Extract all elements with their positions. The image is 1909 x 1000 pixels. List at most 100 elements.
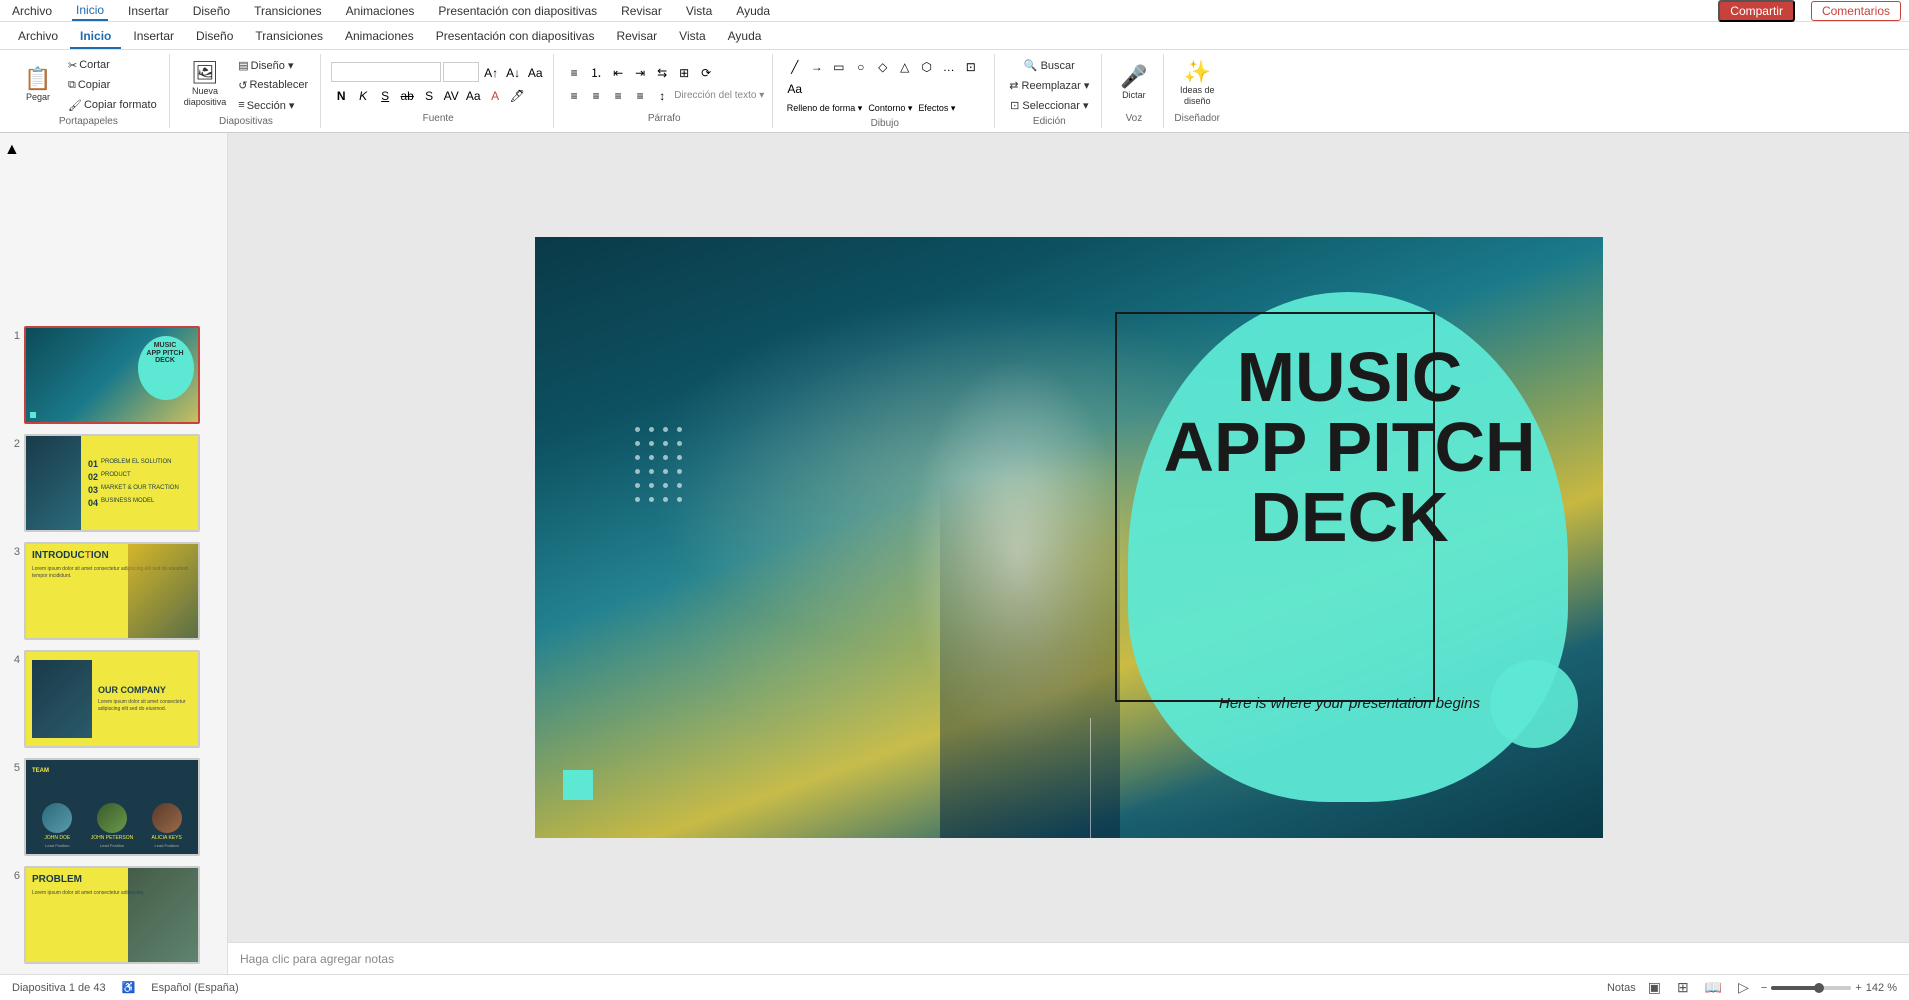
quick-styles-button[interactable]: Aa <box>785 78 805 98</box>
indent-less-button[interactable]: ⇤ <box>608 62 628 82</box>
slide-5-thumbnail[interactable]: TEAM JOHN DOE Lead Position JOHN PETERSO… <box>24 758 200 856</box>
slide-6-thumbnail[interactable]: PROBLEM Lorem ipsum dolor sit amet conse… <box>24 866 200 964</box>
copy-button[interactable]: ⧉ Copiar <box>64 76 161 94</box>
spacing-button[interactable]: AV <box>441 85 461 105</box>
main-slide-canvas[interactable]: MUSIC APP PITCH DECK Here is where your … <box>535 237 1603 838</box>
tab-animaciones[interactable]: Animaciones <box>335 25 424 49</box>
normal-view-button[interactable]: ▣ <box>1644 977 1665 998</box>
align-right-button[interactable]: ≡ <box>608 85 628 105</box>
font-family-input[interactable] <box>331 62 441 82</box>
indent-more-button[interactable]: ⇥ <box>630 62 650 82</box>
scroll-up-arrow[interactable]: ▲ <box>4 141 12 318</box>
tab-transiciones[interactable]: Transiciones <box>245 25 333 49</box>
tab-revisar[interactable]: Revisar <box>606 25 667 49</box>
tab-inicio[interactable]: Inicio <box>70 25 121 49</box>
effects-button[interactable]: Efectos ▾ <box>916 101 957 116</box>
tab-insertar[interactable]: Insertar <box>123 25 184 49</box>
fill-button[interactable]: Relleno de forma ▾ <box>785 101 865 116</box>
text-dir-button[interactable]: ⇆ <box>652 62 672 82</box>
notes-view-button[interactable]: Notas <box>1607 982 1636 994</box>
tab-presentacion[interactable]: Presentación con diapositivas <box>426 25 605 49</box>
share-button[interactable]: Compartir <box>1718 0 1795 22</box>
increase-font-button[interactable]: A↑ <box>481 62 501 82</box>
highlight-button[interactable]: 🖊 <box>507 85 527 105</box>
tab-archivo[interactable]: Archivo <box>8 25 68 49</box>
zoom-level[interactable]: 142 % <box>1866 982 1897 994</box>
slide-thumb-5[interactable]: 5 TEAM JOHN DOE Lead Position JOHN PETER… <box>4 756 223 858</box>
case-button[interactable]: Aa <box>463 85 483 105</box>
slide-thumb-1[interactable]: 1 MUSICAPP PITCHDECK <box>4 324 223 426</box>
zoom-in-button[interactable]: + <box>1855 982 1861 994</box>
menu-ayuda[interactable]: Ayuda <box>732 2 774 20</box>
shape3-button[interactable]: ⬡ <box>917 56 937 76</box>
smartart-button[interactable]: ⟳ <box>696 62 716 82</box>
clear-format-button[interactable]: Aa <box>525 62 545 82</box>
shadow-button[interactable]: S <box>419 85 439 105</box>
select-button[interactable]: ⊡ Seleccionar ▾ <box>1006 96 1092 114</box>
slide-thumb-3[interactable]: 3 INTRODUCTION Lorem ipsum dolor sit ame… <box>4 540 223 642</box>
align-left-button[interactable]: ≡ <box>564 85 584 105</box>
outline-button[interactable]: Contorno ▾ <box>866 101 914 116</box>
slide-sorter-button[interactable]: ⊞ <box>1673 977 1693 998</box>
organize-button[interactable]: ⊡ <box>961 56 981 76</box>
font-color-button[interactable]: A <box>485 85 505 105</box>
line-button[interactable]: ╱ <box>785 56 805 76</box>
slide-thumb-6[interactable]: 6 PROBLEM Lorem ipsum dolor sit amet con… <box>4 864 223 966</box>
menu-archivo[interactable]: Archivo <box>8 2 56 20</box>
menu-transiciones[interactable]: Transiciones <box>250 2 326 20</box>
justify-button[interactable]: ≡ <box>630 85 650 105</box>
notes-bar[interactable]: Haga clic para agregar notas <box>228 942 1909 974</box>
find-button[interactable]: 🔍 Buscar <box>1020 56 1079 74</box>
section-button[interactable]: ≡ Sección ▾ <box>234 96 312 114</box>
underline-button[interactable]: S <box>375 85 395 105</box>
strikethrough-button[interactable]: ab <box>397 85 417 105</box>
bullet-list-button[interactable]: ≡ <box>564 62 584 82</box>
tab-vista[interactable]: Vista <box>669 25 715 49</box>
align-center-button[interactable]: ≡ <box>586 85 606 105</box>
italic-button[interactable]: K <box>353 85 373 105</box>
menu-revisar[interactable]: Revisar <box>617 2 666 20</box>
num-list-button[interactable]: ⒈ <box>586 62 606 82</box>
design-ideas-button[interactable]: ✨ Ideas dediseño <box>1176 58 1219 110</box>
comments-button[interactable]: Comentarios <box>1811 1 1901 21</box>
paste-button[interactable]: 📋 Pegar <box>16 59 60 111</box>
font-size-input[interactable] <box>443 62 479 82</box>
slideshow-button[interactable]: ▷ <box>1734 977 1753 998</box>
zoom-slider[interactable] <box>1771 986 1851 990</box>
col-button[interactable]: ⊞ <box>674 62 694 82</box>
slide-3-thumbnail[interactable]: INTRODUCTION Lorem ipsum dolor sit amet … <box>24 542 200 640</box>
menu-presentacion[interactable]: Presentación con diapositivas <box>434 2 601 20</box>
slide-thumb-4[interactable]: 4 OUR COM­PA­NY Lorem ipsum dolor sit am… <box>4 648 223 750</box>
canvas-wrapper[interactable]: MUSIC APP PITCH DECK Here is where your … <box>228 133 1909 942</box>
copy-format-button[interactable]: 🖌 Copiar formato <box>64 96 161 114</box>
reset-button[interactable]: ↺ Restablecer <box>234 76 312 94</box>
text-align-button[interactable]: Dirección del texto ▾ <box>674 90 764 101</box>
replace-button[interactable]: ⇄ Reemplazar ▾ <box>1005 76 1093 94</box>
reading-view-button[interactable]: 📖 <box>1701 977 1726 998</box>
tab-diseno[interactable]: Diseño <box>186 25 243 49</box>
tab-ayuda[interactable]: Ayuda <box>718 25 772 49</box>
more-shapes-button[interactable]: … <box>939 56 959 76</box>
slide-1-thumbnail[interactable]: MUSICAPP PITCHDECK <box>24 326 200 424</box>
decrease-font-button[interactable]: A↓ <box>503 62 523 82</box>
new-slide-button[interactable]: 🖼 Nuevadiapositiva <box>180 59 231 111</box>
circle-button[interactable]: ○ <box>851 56 871 76</box>
shape1-button[interactable]: ◇ <box>873 56 893 76</box>
bold-button[interactable]: N <box>331 85 351 105</box>
cut-button[interactable]: ✂ Cortar <box>64 56 161 74</box>
zoom-out-button[interactable]: − <box>1761 982 1767 994</box>
slide-4-thumbnail[interactable]: OUR COM­PA­NY Lorem ipsum dolor sit amet… <box>24 650 200 748</box>
slide-2-thumbnail[interactable]: 01 PROBLEM EL SOLUTION 02 PRODUCT 03 MAR… <box>24 434 200 532</box>
dictate-button[interactable]: 🎤 Dictar <box>1116 58 1152 110</box>
rect-button[interactable]: ▭ <box>829 56 849 76</box>
shape2-button[interactable]: △ <box>895 56 915 76</box>
menu-inicio[interactable]: Inicio <box>72 1 108 21</box>
layout-button[interactable]: ▤ Diseño ▾ <box>234 56 312 74</box>
menu-animaciones[interactable]: Animaciones <box>342 2 419 20</box>
menu-vista[interactable]: Vista <box>682 2 716 20</box>
slide-thumb-2[interactable]: 2 01 PROBLEM EL SOLUTION 02 PRODUCT <box>4 432 223 534</box>
line-spacing-button[interactable]: ↕ <box>652 85 672 105</box>
arrow-button[interactable]: → <box>807 56 827 76</box>
menu-diseno[interactable]: Diseño <box>189 2 234 20</box>
menu-insertar[interactable]: Insertar <box>124 2 173 20</box>
